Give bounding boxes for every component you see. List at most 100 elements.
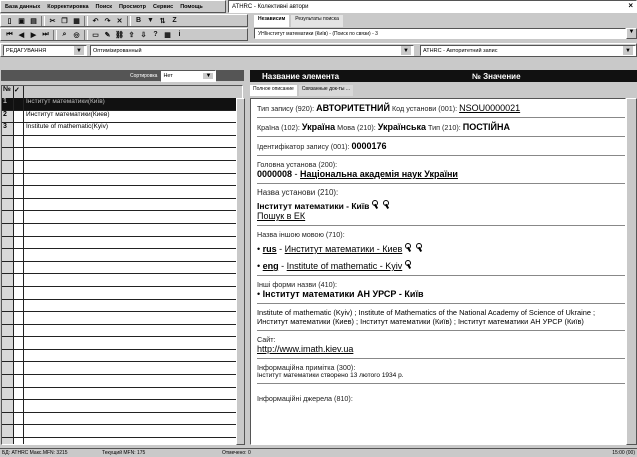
table-row[interactable] [2, 438, 242, 444]
link-icon[interactable]: ⛓ [114, 30, 125, 40]
sort-select[interactable]: Нет ▼ [160, 69, 217, 82]
chevron-down-icon[interactable]: ▼ [623, 46, 633, 55]
query-field[interactable]: УНІінститут математики (Київ) - (Поиск п… [254, 28, 626, 39]
view-icon[interactable]: ▭ [90, 30, 101, 40]
table-row[interactable] [2, 349, 242, 363]
table-row[interactable] [2, 186, 242, 199]
table-row[interactable] [2, 299, 242, 313]
new-icon[interactable]: ▯ [4, 16, 15, 26]
row-checkbox[interactable] [14, 249, 24, 261]
row-checkbox[interactable] [14, 375, 24, 387]
table-row[interactable] [2, 324, 242, 338]
key-icon[interactable] [415, 243, 424, 252]
table-row[interactable] [2, 236, 242, 250]
table-row[interactable]: 3 Institute of mathematic(Kyiv) [2, 123, 242, 136]
row-checkbox[interactable] [14, 198, 24, 211]
row-checkbox[interactable] [14, 362, 24, 375]
right-scrollbar[interactable] [626, 98, 637, 445]
chevron-down-icon[interactable]: ▼ [203, 72, 214, 79]
search-icon[interactable]: ⌕ [59, 30, 70, 40]
table-row[interactable] [2, 160, 242, 174]
row-checkbox[interactable] [14, 211, 24, 223]
row-checkbox[interactable] [14, 400, 24, 412]
parent-link[interactable]: Національна академія наук України [300, 169, 458, 179]
menu-search[interactable]: Поиск [96, 4, 113, 10]
row-checkbox[interactable] [14, 110, 24, 123]
tab-full-description[interactable]: Полное описание [250, 85, 297, 96]
next-icon[interactable]: ▶ [28, 30, 39, 40]
row-checkbox[interactable] [14, 286, 24, 299]
row-checkbox[interactable] [14, 324, 24, 337]
row-checkbox[interactable] [14, 261, 24, 274]
row-checkbox[interactable] [14, 425, 24, 438]
table-row[interactable]: 2 Институт математики(Киев) [2, 110, 242, 124]
table-row[interactable] [2, 400, 242, 413]
row-checkbox[interactable] [14, 148, 24, 160]
row-checkbox[interactable] [14, 312, 24, 324]
tab-search-results[interactable]: Результаты поиска [291, 15, 343, 27]
table-row[interactable] [2, 173, 242, 187]
tab-linked-documents[interactable]: Связанные док-ты ... [298, 85, 354, 96]
key-icon[interactable] [382, 200, 391, 209]
export-icon[interactable]: ⇪ [126, 30, 137, 40]
zoom-icon[interactable]: Z [169, 16, 180, 26]
cut-icon[interactable]: ✂ [47, 16, 58, 26]
help-icon[interactable]: ? [150, 30, 161, 40]
row-checkbox[interactable] [14, 387, 24, 400]
key-icon[interactable] [371, 200, 380, 209]
eng-code[interactable]: eng [263, 261, 279, 271]
code-link[interactable]: NSOU0000021 [459, 103, 520, 113]
row-checkbox[interactable] [14, 349, 24, 362]
menu-edit[interactable]: Корректировка [47, 4, 88, 10]
table-row[interactable] [2, 412, 242, 426]
table-row[interactable] [2, 312, 242, 325]
row-checkbox[interactable] [14, 337, 24, 349]
menu-service[interactable]: Сервис [153, 4, 173, 10]
bold-icon[interactable]: B [133, 16, 144, 26]
row-checkbox[interactable] [14, 299, 24, 312]
search-catalog-link[interactable]: Пошук в ЕК [257, 211, 625, 221]
edit-icon[interactable]: ✎ [102, 30, 113, 40]
table-row[interactable] [2, 198, 242, 212]
tab-independent[interactable]: Независим [254, 15, 290, 27]
row-checkbox[interactable] [14, 438, 24, 444]
table-row[interactable]: 1 Інститут математики(Київ) [2, 98, 242, 111]
chevron-down-icon[interactable]: ▼ [74, 46, 84, 55]
sort-control[interactable]: Сортировка Нет ▼ [130, 69, 234, 82]
table-row[interactable] [2, 337, 242, 350]
row-checkbox[interactable] [14, 160, 24, 173]
import-icon[interactable]: ⇩ [138, 30, 149, 40]
prev-icon[interactable]: ◀ [16, 30, 27, 40]
edit-mode-select[interactable]: РЕДАГУВАННЯ ▼ [3, 45, 87, 56]
last-icon[interactable]: ⏭ [40, 30, 51, 40]
table-row[interactable] [2, 387, 242, 401]
close-icon[interactable]: × [628, 1, 633, 10]
undo-icon[interactable]: ↶ [90, 16, 101, 26]
copy-icon[interactable]: ❐ [59, 16, 70, 26]
sort-icon[interactable]: ⇅ [157, 16, 168, 26]
table-row[interactable] [2, 223, 242, 237]
paste-icon[interactable]: ▦ [71, 16, 82, 26]
redo-icon[interactable]: ↷ [102, 16, 113, 26]
site-link[interactable]: http://www.imath.kiev.ua [257, 344, 625, 354]
database-select[interactable]: ATHRC - Авторитетний запис ▼ [420, 45, 636, 56]
key-icon[interactable] [404, 260, 413, 269]
find-icon[interactable]: ◎ [71, 30, 82, 40]
optimization-select[interactable]: Оптимізированный ▼ [90, 45, 414, 56]
row-checkbox[interactable] [14, 274, 24, 286]
query-dropdown-arrow-icon[interactable]: ▼ [626, 28, 637, 39]
key-icon[interactable] [404, 243, 413, 252]
left-scrollbar[interactable] [236, 98, 245, 445]
rus-name-link[interactable]: Институт математики - Киев [285, 244, 403, 254]
row-checkbox[interactable] [14, 223, 24, 236]
row-checkbox[interactable] [14, 236, 24, 249]
table-row[interactable] [2, 425, 242, 439]
delete-icon[interactable]: ✕ [114, 16, 125, 26]
info-icon[interactable]: i [174, 30, 185, 40]
table-row[interactable] [2, 211, 242, 224]
filter-icon[interactable]: ▼ [145, 16, 156, 26]
save-icon[interactable]: ▣ [16, 16, 27, 26]
row-checkbox[interactable] [14, 135, 24, 148]
table-row[interactable] [2, 362, 242, 376]
row-checkbox[interactable] [14, 98, 24, 110]
